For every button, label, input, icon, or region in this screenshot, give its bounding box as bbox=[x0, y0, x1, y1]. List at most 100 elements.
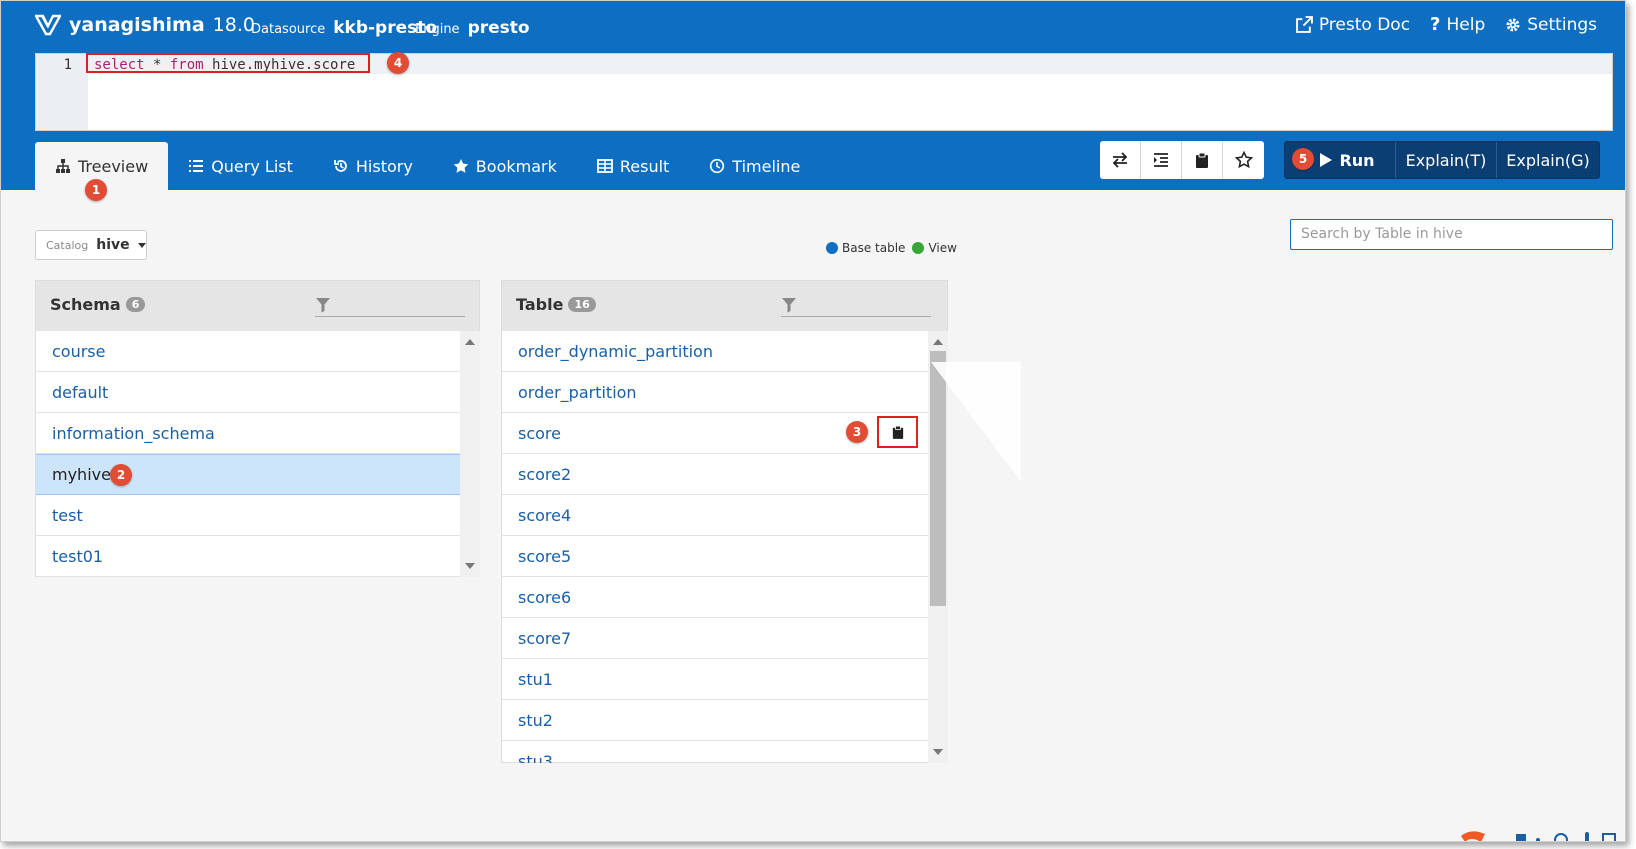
settings-label: Settings bbox=[1527, 14, 1597, 35]
header-links: Presto Doc ? Help Settings bbox=[1295, 14, 1597, 35]
schema-list: course default information_schemamyhive tes… bbox=[36, 331, 460, 577]
table-row[interactable]: stu3 bbox=[502, 741, 928, 764]
schema-name: test01 bbox=[52, 546, 104, 566]
settings-link[interactable]: Settings bbox=[1505, 15, 1597, 35]
tab-history[interactable]: History bbox=[313, 142, 433, 190]
base-table-dot bbox=[826, 242, 838, 254]
clipboard-icon bbox=[892, 425, 903, 439]
scroll-down-arrow[interactable] bbox=[933, 749, 943, 755]
schema-name: information_schema bbox=[52, 423, 215, 443]
table-name: score4 bbox=[518, 505, 572, 525]
explain-graph-button[interactable]: Explain(G) bbox=[1497, 142, 1599, 178]
presto-doc-label: Presto Doc bbox=[1318, 14, 1411, 35]
annotation-badge-3: 3 bbox=[846, 421, 868, 443]
engine-label: Engine bbox=[415, 22, 460, 37]
copy-query-button[interactable] bbox=[1182, 141, 1223, 179]
table-name: order_partition bbox=[518, 382, 637, 402]
sql-editor[interactable]: 1 select * from hive.myhive.score bbox=[35, 53, 1613, 131]
table-filter-input[interactable] bbox=[781, 295, 931, 317]
view-dot bbox=[912, 242, 925, 254]
table-name: stu2 bbox=[518, 710, 553, 730]
gear-icon bbox=[1506, 18, 1520, 31]
engine-info[interactable]: Engine presto bbox=[415, 18, 530, 38]
schema-row[interactable]: test bbox=[36, 495, 460, 536]
tab-bookmark[interactable]: Bookmark bbox=[433, 142, 577, 190]
schema-row[interactable]: myhive bbox=[36, 454, 460, 495]
query-highlight-box bbox=[86, 53, 370, 73]
history-icon bbox=[333, 160, 347, 172]
scroll-down-arrow[interactable] bbox=[465, 563, 475, 569]
tab-query-list[interactable]: Query List bbox=[168, 142, 313, 190]
swap-button[interactable] bbox=[1100, 141, 1141, 179]
table-row[interactable]: score5 bbox=[502, 536, 928, 577]
filter-icon bbox=[782, 298, 796, 313]
schema-row[interactable]: default bbox=[36, 372, 460, 413]
view-label: View bbox=[928, 241, 957, 255]
table-name: stu3 bbox=[518, 751, 553, 764]
clock-icon bbox=[710, 158, 725, 174]
scroll-up-arrow[interactable] bbox=[465, 339, 475, 345]
scroll-up-arrow[interactable] bbox=[933, 339, 943, 345]
catalog-dropdown[interactable]: Catalog hive bbox=[35, 230, 147, 260]
system-tray-fragment bbox=[1461, 827, 1625, 841]
datasource-label: Datasource bbox=[251, 22, 326, 37]
table-name: stu1 bbox=[518, 669, 553, 689]
datasource-info[interactable]: Datasource kkb-presto bbox=[251, 18, 437, 38]
schema-row[interactable]: test01 bbox=[36, 536, 460, 577]
app-logo[interactable]: yanagishima 18.0 bbox=[35, 13, 255, 37]
schema-panel: Schema 6 course default information_schema… bbox=[35, 280, 480, 577]
swap-icon bbox=[1112, 152, 1128, 168]
schema-panel-header: Schema 6 bbox=[36, 281, 479, 331]
table-row[interactable]: score2 bbox=[502, 454, 928, 495]
copy-table-button[interactable] bbox=[877, 416, 918, 448]
tab-result[interactable]: Result bbox=[577, 142, 689, 190]
schema-filter-input[interactable] bbox=[315, 295, 465, 317]
explain-text-button[interactable]: Explain(T) bbox=[1396, 142, 1497, 178]
table-panel-header: Table 16 bbox=[502, 281, 947, 331]
star-icon bbox=[453, 159, 468, 173]
schema-row[interactable]: course bbox=[36, 331, 460, 372]
table-name: score6 bbox=[518, 587, 572, 607]
table-search-input[interactable]: Search by Table in hive bbox=[1290, 219, 1613, 250]
table-name: score2 bbox=[518, 464, 572, 484]
schema-row[interactable]: information_schema bbox=[36, 413, 460, 454]
table-row[interactable]: score 3 bbox=[502, 413, 928, 454]
schema-name: myhive bbox=[52, 465, 111, 484]
run-button-group: Run Explain(T) Explain(G) bbox=[1284, 141, 1600, 179]
table-row[interactable]: order_dynamic_partition bbox=[502, 331, 928, 372]
table-panel-title: Table 16 bbox=[516, 295, 596, 314]
tab-bookmark-label: Bookmark bbox=[475, 156, 557, 176]
schema-name: test bbox=[52, 505, 83, 525]
table-row[interactable]: score6 bbox=[502, 577, 928, 618]
table-icon bbox=[596, 159, 613, 173]
table-title: Table bbox=[516, 295, 564, 314]
presto-doc-link[interactable]: Presto Doc bbox=[1295, 14, 1411, 35]
filter-icon bbox=[316, 298, 330, 313]
help-link[interactable]: ? Help bbox=[1430, 14, 1485, 35]
schema-scrollbar[interactable] bbox=[460, 331, 480, 577]
top-navbar: yanagishima 18.0 Datasource kkb-presto En… bbox=[1, 1, 1625, 53]
schema-title: Schema bbox=[50, 295, 121, 314]
table-name: order_dynamic_partition bbox=[518, 341, 713, 361]
tab-timeline[interactable]: Timeline bbox=[689, 142, 820, 190]
table-panel: Table 16 order_dynamic_partition order_pa… bbox=[501, 280, 948, 763]
engine-value: presto bbox=[467, 18, 530, 38]
tab-query-list-label: Query List bbox=[211, 156, 293, 176]
bookmark-query-button[interactable] bbox=[1223, 141, 1264, 179]
table-row[interactable]: score7 bbox=[502, 618, 928, 659]
sitemap-icon bbox=[56, 159, 70, 173]
table-row[interactable]: stu2 bbox=[502, 700, 928, 741]
table-row[interactable]: score4 bbox=[502, 495, 928, 536]
table-row[interactable]: stu1 bbox=[502, 659, 928, 700]
format-button[interactable] bbox=[1141, 141, 1182, 179]
table-list: order_dynamic_partition order_partitionsc… bbox=[502, 331, 928, 763]
schema-panel-title: Schema 6 bbox=[50, 295, 146, 314]
table-name: score bbox=[518, 423, 561, 443]
table-row[interactable]: order_partition bbox=[502, 372, 928, 413]
schema-count-badge: 6 bbox=[125, 297, 146, 312]
app-window: yanagishima 18.0 Datasource kkb-presto En… bbox=[0, 0, 1626, 842]
annotation-badge-5: 5 bbox=[1292, 148, 1314, 170]
catalog-label: Catalog bbox=[46, 238, 89, 252]
caret-down-icon bbox=[137, 242, 146, 248]
table-count-badge: 16 bbox=[568, 297, 596, 312]
